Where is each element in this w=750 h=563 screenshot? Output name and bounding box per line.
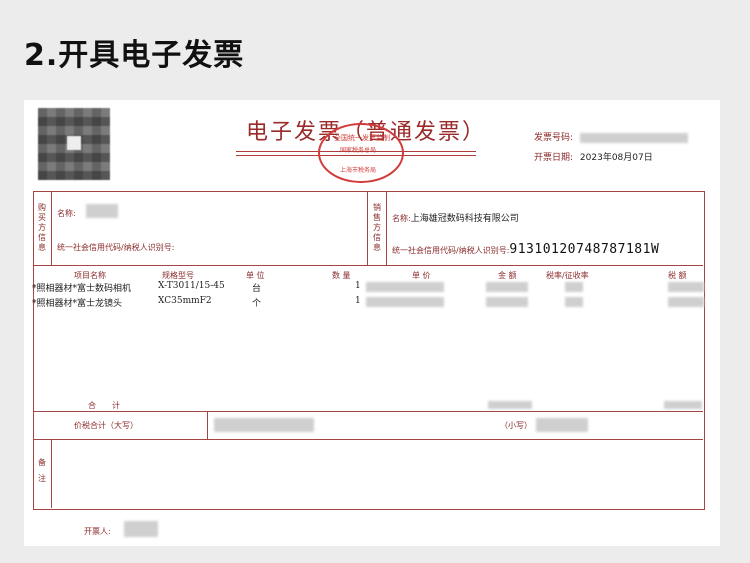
col-tax: 税 额 <box>668 271 687 280</box>
remarks-split <box>51 439 52 508</box>
total-words-redacted <box>214 418 314 432</box>
seller-taxid-row: 统一社会信用代码/纳税人识别号:91310120748787181W <box>392 238 659 257</box>
col-spec: 规格型号 <box>162 271 194 280</box>
item-rate-redacted <box>565 282 583 292</box>
total-small-label: （小写） <box>500 421 532 430</box>
item-name: *照相器材*富士数码相机 <box>32 284 132 294</box>
col-price: 单 价 <box>412 271 431 280</box>
item-price-redacted <box>366 297 444 307</box>
col-unit: 单 位 <box>246 271 265 280</box>
col-qty: 数 量 <box>332 271 351 280</box>
invoice-paper: 电子发票（普通发票） 全国统一发票监制 国家税务总局 上海市税务局 发票号码: … <box>24 100 720 546</box>
party-divider <box>33 265 703 266</box>
total-words-label: 价税合计（大写） <box>74 421 138 430</box>
seal-bottom-text: 上海市税务局 <box>340 167 377 174</box>
remarks-label: 备注 <box>38 458 46 483</box>
invoice-date-row: 开票日期: 2023年08月07日 <box>534 150 653 163</box>
buyer-name-redacted <box>86 204 118 218</box>
item-spec: XC35mmF2 <box>158 296 212 306</box>
seal-top-text: 全国统一发票监制 <box>334 134 390 142</box>
item-rate-redacted <box>565 297 583 307</box>
buyer-name-label: 名称: <box>57 209 76 218</box>
party-split <box>367 191 368 265</box>
page-heading: 2.开具电子发票 <box>24 38 245 73</box>
issuer-redacted <box>124 521 158 537</box>
seller-taxid-value: 91310120748787181W <box>509 242 660 257</box>
total-label: 合 计 <box>88 401 120 410</box>
buyer-taxid-label: 统一社会信用代码/纳税人识别号: <box>57 243 175 252</box>
item-amount-redacted <box>486 282 528 292</box>
invoice-number-row: 发票号码: <box>534 130 688 143</box>
words-divider <box>33 439 703 440</box>
item-unit: 个 <box>252 299 262 309</box>
item-amount-redacted <box>486 297 528 307</box>
col-item: 项目名称 <box>74 271 106 280</box>
invoice-date-label: 开票日期: <box>534 153 574 163</box>
qr-code <box>38 108 110 180</box>
item-tax-redacted <box>668 297 704 307</box>
invoice-number-redacted <box>579 132 688 143</box>
words-split <box>207 411 208 439</box>
seller-name-value: 上海雄冠数码科技有限公司 <box>410 214 519 224</box>
item-unit: 台 <box>252 284 262 294</box>
total-amount-redacted <box>488 401 532 409</box>
issuer-label: 开票人: <box>84 527 111 536</box>
seller-name-row: 名称:上海雄冠数码科技有限公司 <box>392 206 519 225</box>
item-spec: X-T3011/15-45 <box>158 281 225 291</box>
invoice-number-label: 发票号码: <box>534 133 574 143</box>
total-divider <box>33 411 703 412</box>
seller-taxid-label: 统一社会信用代码/纳税人识别号: <box>392 246 510 255</box>
total-small-redacted <box>536 418 588 432</box>
item-tax-redacted <box>668 282 704 292</box>
total-tax-redacted <box>664 401 702 409</box>
item-price-redacted <box>366 282 444 292</box>
col-amount: 金 额 <box>498 271 517 280</box>
seller-name-label: 名称: <box>392 214 411 223</box>
tax-seal: 全国统一发票监制 国家税务总局 上海市税务局 <box>318 123 404 183</box>
buyer-side-label: 购买方信息 <box>38 203 46 252</box>
col-rate: 税率/征收率 <box>546 271 589 280</box>
buyer-label-divider <box>51 191 52 265</box>
seal-mid-text: 国家税务总局 <box>340 147 377 154</box>
invoice-date-value: 2023年08月07日 <box>579 153 653 163</box>
item-qty: 1 <box>355 296 361 306</box>
item-name: *照相器材*富士龙镜头 <box>32 299 123 309</box>
seller-side-label: 销售方信息 <box>373 203 381 252</box>
seller-label-divider <box>386 191 387 265</box>
item-qty: 1 <box>355 281 361 291</box>
